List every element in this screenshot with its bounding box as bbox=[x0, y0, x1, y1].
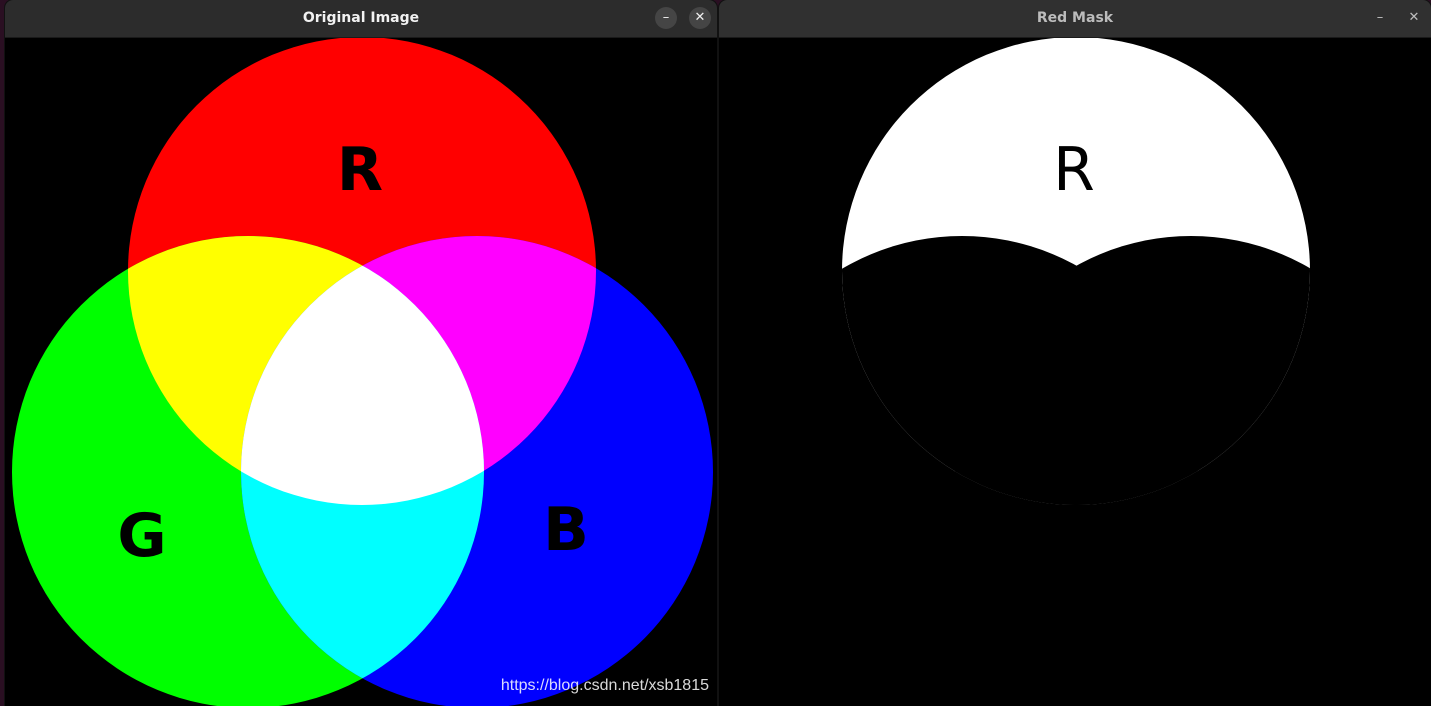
red-mask-canvas: R bbox=[719, 38, 1431, 706]
label-r: R bbox=[337, 135, 383, 205]
minimize-icon[interactable]: – bbox=[655, 7, 677, 29]
red-mask-titlebar[interactable]: Red Mask – ✕ bbox=[719, 0, 1431, 38]
mask-label-r: R bbox=[1053, 135, 1095, 205]
original-image-window: Original Image – ✕ R G B https://blog.cs… bbox=[5, 0, 717, 706]
original-image-titlebar[interactable]: Original Image – ✕ bbox=[5, 0, 717, 38]
desktop: Original Image – ✕ R G B https://blog.cs… bbox=[0, 0, 1431, 706]
original-image-canvas: R G B https://blog.csdn.net/xsb1815 bbox=[5, 38, 717, 706]
label-b: B bbox=[543, 495, 589, 565]
minimize-icon[interactable]: – bbox=[1369, 7, 1391, 29]
close-icon[interactable]: ✕ bbox=[689, 7, 711, 29]
label-g: G bbox=[117, 501, 166, 571]
window-title: Original Image bbox=[302, 10, 420, 26]
window-title: Red Mask bbox=[1036, 10, 1114, 26]
watermark-text: https://blog.csdn.net/xsb1815 bbox=[500, 677, 709, 694]
close-icon[interactable]: ✕ bbox=[1403, 7, 1425, 29]
red-mask-image: R bbox=[719, 38, 1431, 706]
rgb-venn-image: R G B bbox=[5, 38, 717, 706]
red-mask-window: Red Mask – ✕ R bbox=[719, 0, 1431, 706]
